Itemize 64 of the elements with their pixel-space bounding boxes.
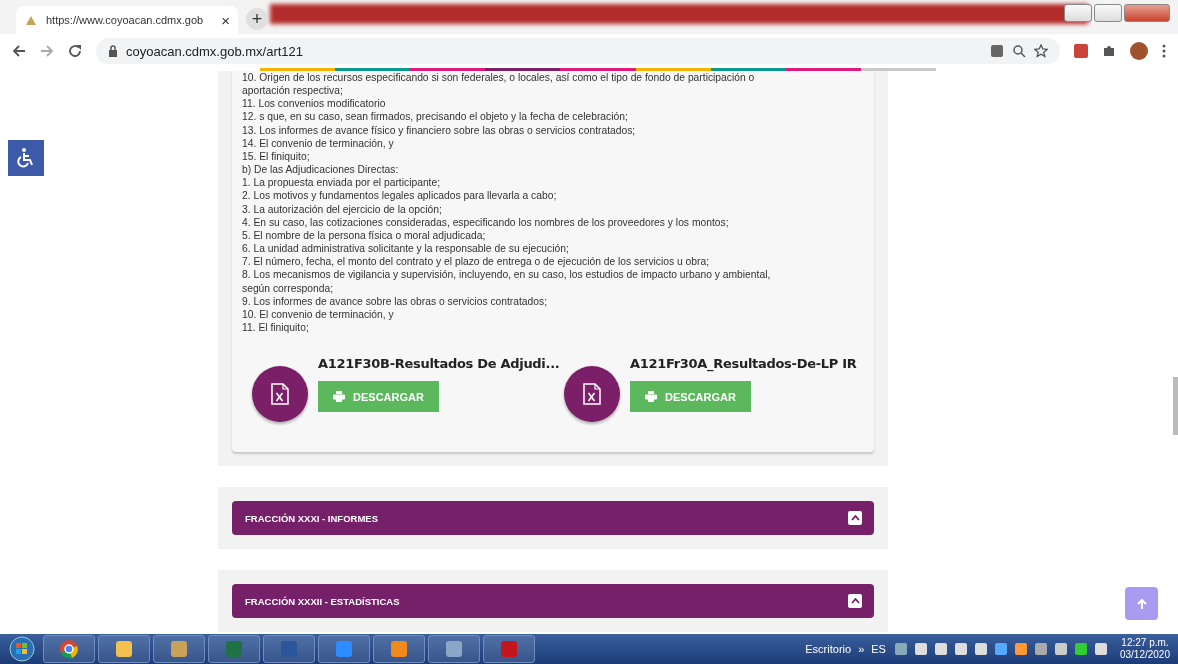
list-text: 10. El convenio de terminación, y [242,307,395,321]
address-bar[interactable]: coyoacan.cdmx.gob.mx/art121 [96,38,1060,64]
avatar-icon[interactable] [1130,42,1148,60]
list-text: según corresponda; [242,281,335,295]
taskbar-app-button[interactable] [373,635,425,663]
tab-close-button[interactable]: × [221,11,230,29]
taskbar-app-button[interactable] [428,635,480,663]
taskbar-app-button[interactable] [318,635,370,663]
star-icon[interactable] [1034,44,1048,58]
browser-icon [59,639,79,659]
tab-title: https://www.coyoacan.cdmx.gob [46,14,205,26]
windows-logo-icon [9,636,35,662]
scrollbar-thumb[interactable] [1173,377,1178,435]
list-text: aportación respectiva; [242,84,344,98]
lock-icon [108,45,118,57]
maximize-button[interactable] [1094,4,1122,22]
list-text: 5. El nombre de la persona física o moral adjudicada; [242,228,487,243]
toolbar-chevron[interactable]: » [858,643,865,655]
forward-icon[interactable] [40,44,54,58]
spreadsheet-file-icon [583,383,601,406]
section-header[interactable]: FRACCIÓN XXXI - INFORMES [232,501,874,536]
list-text: 2. Los motivos y fundamentos legales aplicados para llevarla a cabo; [242,189,558,203]
back-icon[interactable] [12,44,26,58]
accessibility-button[interactable] [8,140,44,176]
zoom-icon[interactable] [1012,44,1026,58]
list-text: 13. Los informes de avance físico y financiero sobre las obras o servicios contratados; [242,123,637,137]
reload-icon[interactable] [68,44,82,58]
list-text: 1. La propuesta enviada por el participante; [242,176,442,190]
list-text: 4. En su caso, las cotizaciones consideradas, especificando los nombres de los proveedores y los montos; [242,215,730,229]
list-text: 11. Los convenios modificatorio [242,97,387,111]
list-text: 12. s que, en su caso, sean firmados, precisando el objeto y la fecha de celebración; [242,110,629,124]
browser-tab[interactable]: https://www.coyoacan.cdmx.gob × [16,6,238,34]
section-title: FRACCIÓN XXXI - INFORMES [245,512,378,524]
minimize-button[interactable] [1064,4,1092,22]
printer-icon [333,391,346,403]
list-text: 9. Los informes de avance sobre las obras o servicios contratados; [242,294,549,308]
taskbar-app-button[interactable] [153,635,205,663]
new-tab-button[interactable]: + [246,8,268,30]
list-text: 10. Origen de los recursos especificando si son federales, o locales, así como el tipo de fondo de participación o [242,71,756,85]
caret-icon[interactable] [848,511,862,526]
desktop-toolbar-label[interactable]: Escritorio [805,643,852,655]
section-title: FRACCIÓN XXXII - ESTADÍSTICAS [245,595,400,607]
printer-icon [645,391,658,403]
list-text: 11. El finiquito; [242,320,310,335]
url-text: coyoacan.cdmx.gob.mx/art121 [126,43,305,59]
scroll-to-top-button[interactable] [1125,587,1158,620]
file-title: A121Fr30A_Resultados-De-LP IR [630,356,857,372]
list-text: 15. El finiquito; [242,149,311,164]
taskbar-app-button[interactable] [98,635,150,663]
clock[interactable]: 12:27 p.m. 03/12/2020 [1119,637,1170,661]
list-text: 14. El convenio de terminación, y [242,136,395,150]
spreadsheet-file-icon [271,383,289,406]
caret-icon[interactable] [848,594,862,609]
section-header[interactable]: FRACCIÓN XXXII - ESTADÍSTICAS [232,584,874,619]
file-title: A121F30B-Resultados De Adjudi... [318,356,560,372]
language-indicator[interactable]: ES [871,643,886,655]
menu-icon[interactable] [1162,44,1166,58]
list-text: 3. La autorización del ejercicio de la opción; [242,202,443,216]
list-text: b) De las Adjudicaciones Directas: [242,163,400,177]
arrow-up-icon [1135,597,1148,610]
list-text: 7. El número, fecha, el monto del contrato y el plazo de entrega o de ejecución de los servicios u obra; [242,255,711,269]
list-text: 6. La unidad administrativa solicitante y la responsable de su ejecución; [242,242,570,256]
taskbar-app-button[interactable] [43,635,95,663]
list-text: 8. Los mecanismos de vigilancia y supervisión, incluyendo, en su caso, los estudios de impacto urbano y ambiental, [242,268,772,282]
